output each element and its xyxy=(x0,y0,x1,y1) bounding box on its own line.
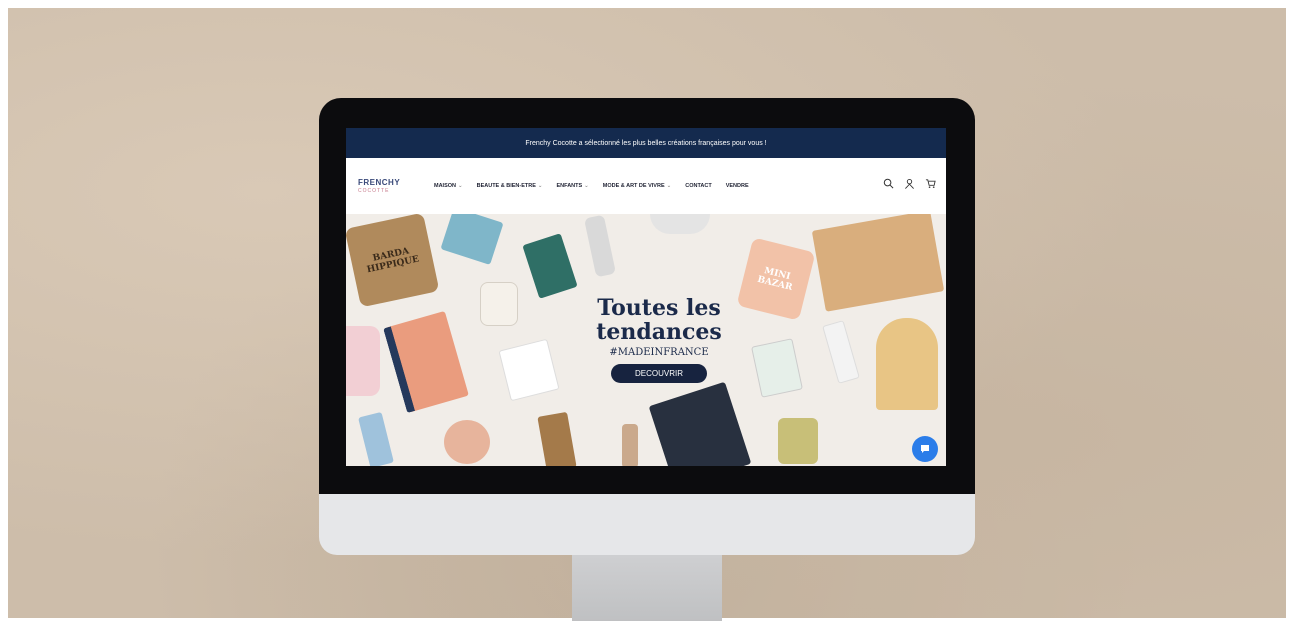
menu-item-vendre[interactable]: VENDRE xyxy=(726,183,749,189)
search-icon[interactable] xyxy=(883,178,894,189)
chevron-down-icon: ⌄ xyxy=(537,183,543,189)
mirror-product xyxy=(876,318,938,410)
hero-tagline: #MADEINFRANCE xyxy=(609,347,709,358)
main-header: FRENCHY COCOTTE MAISON ⌄ BEAUTE & BIEN-ET… xyxy=(346,158,946,214)
pattern-notebook-product xyxy=(383,310,469,414)
account-icon[interactable] xyxy=(904,178,915,189)
chevron-down-icon: ⌄ xyxy=(584,183,589,189)
menu-item-maison[interactable]: MAISON ⌄ xyxy=(434,183,463,189)
header-icons xyxy=(883,178,936,189)
chevron-down-icon: ⌄ xyxy=(458,183,463,189)
announcement-bar: Frenchy Cocotte a sélectionné les plus b… xyxy=(346,128,946,158)
notebook-product xyxy=(522,233,578,299)
cutting-board-product xyxy=(811,214,945,312)
discover-button[interactable]: DECOUVRIR xyxy=(610,364,707,383)
monitor-stand xyxy=(572,552,722,621)
menu-item-enfants[interactable]: ENFANTS ⌄ xyxy=(557,183,589,189)
main-menu: MAISON ⌄ BEAUTE & BIEN-ETRE ⌄ ENFANTS ⌄ MOD… xyxy=(434,183,749,189)
website-screen: Frenchy Cocotte a sélectionné les plus b… xyxy=(346,128,946,466)
pink-pouch-product xyxy=(346,326,380,396)
menu-item-beaute[interactable]: BEAUTE & BIEN-ETRE ⌄ xyxy=(477,183,543,189)
candle-product xyxy=(480,282,518,326)
site-logo[interactable]: FRENCHY COCOTTE xyxy=(358,178,418,194)
tube-product xyxy=(358,411,394,466)
mini-bazar-pouch-product: MINI BAZAR xyxy=(736,237,816,321)
soap-box-product xyxy=(751,338,803,398)
logo-line2: COCOTTE xyxy=(358,188,390,194)
socks-product xyxy=(537,411,577,466)
cream-tube-product xyxy=(822,320,860,384)
flamingo-notebook-product xyxy=(648,381,752,466)
chat-button[interactable] xyxy=(912,436,938,462)
tin-product xyxy=(444,420,490,464)
logo-line1: FRENCHY xyxy=(358,178,401,187)
chevron-down-icon: ⌄ xyxy=(666,183,672,189)
hero-content: Toutes les tendances #MADEINFRANCE DECOU… xyxy=(594,296,724,383)
menu-item-contact[interactable]: CONTACT xyxy=(685,183,711,189)
chat-icon xyxy=(921,445,929,453)
bottle2-product xyxy=(622,424,638,466)
hero-title-line1: Toutes les xyxy=(597,295,721,321)
book-product xyxy=(440,214,504,265)
whisk-product xyxy=(650,214,710,234)
pouch-product: BARDA HIPPIQUE xyxy=(346,214,440,308)
jar-product xyxy=(778,418,818,464)
jewelry-box-product xyxy=(498,338,560,402)
hero-banner: BARDA HIPPIQUE MINI BAZAR Toutes les ten… xyxy=(346,214,946,466)
hero-title-line2: tendances xyxy=(596,319,722,345)
announcement-text: Frenchy Cocotte a sélectionné les plus b… xyxy=(525,139,767,147)
menu-item-mode[interactable]: MODE & ART DE VIVRE ⌄ xyxy=(603,183,671,189)
bottle-product xyxy=(583,214,617,278)
cart-icon[interactable] xyxy=(925,178,936,189)
monitor-chin xyxy=(319,494,975,555)
